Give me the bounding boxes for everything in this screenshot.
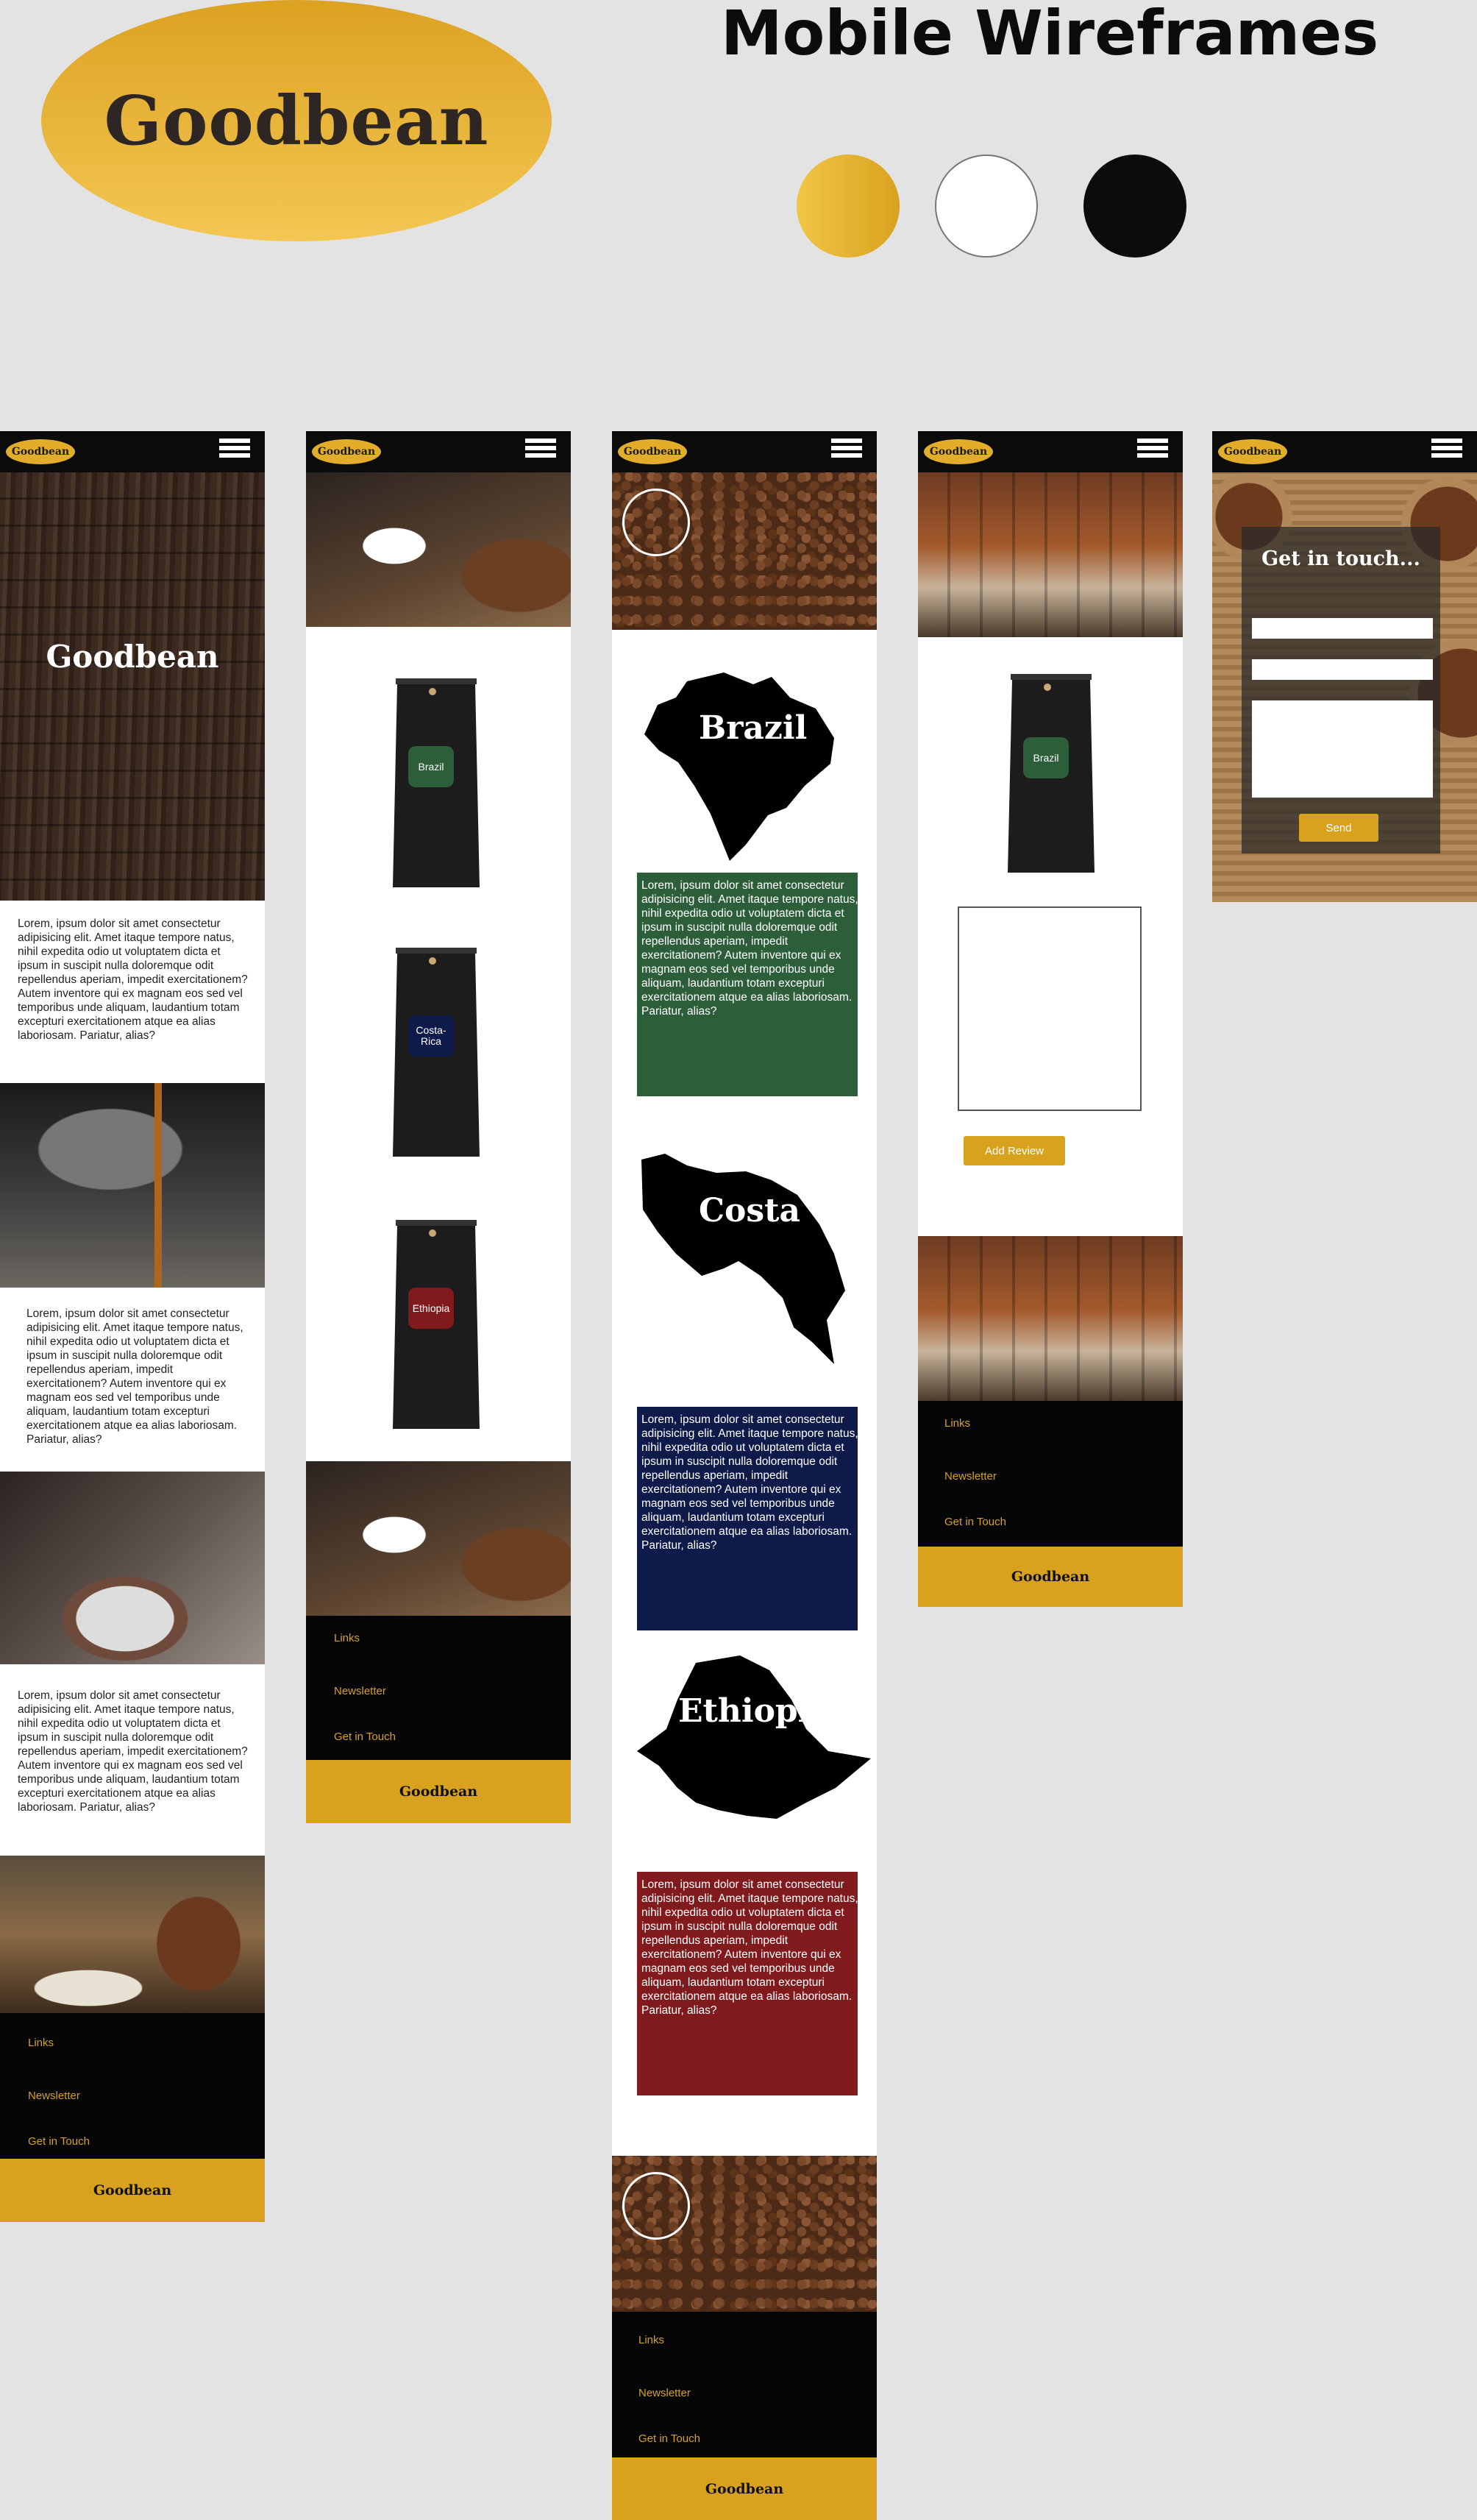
nav-logo[interactable]: Goodbean [924,439,993,464]
name-input[interactable] [1252,618,1433,639]
navbar: Goodbean [306,431,571,472]
hamburger-menu-icon[interactable] [831,436,862,461]
country-title: Costa [699,1192,800,1229]
espresso-image [0,1083,265,1288]
nav-logo[interactable]: Goodbean [6,439,75,464]
navbar: Goodbean [0,431,265,472]
send-button[interactable]: Send [1299,814,1378,842]
country-info-text: Lorem, ipsum dolor sit amet consectetur … [641,879,858,1018]
hero-title: Goodbean [46,639,219,675]
color-swatch-black [1083,155,1186,258]
footer-brand-text: Goodbean [399,1783,478,1800]
wireframe-product-detail: Goodbean Brazil Add Review Links Newslet… [918,431,1183,1607]
wireframe-origins: Goodbean Brazil Lorem, ipsum dolor sit a… [612,431,877,2520]
color-swatch-white [935,155,1038,258]
footer-brand-text: Goodbean [1011,1569,1090,1585]
contact-title: Get in touch... [1261,547,1420,570]
message-textarea[interactable] [1252,700,1433,798]
product-label: Brazil [408,746,454,787]
costa-rica-map-icon [641,1154,845,1364]
footer-link-newsletter[interactable]: Newsletter [944,1470,997,1483]
body-text: Lorem, ipsum dolor sit amet consectetur … [18,1689,248,1814]
page-title: Mobile Wireframes [721,0,1379,69]
color-swatch-gold [797,155,900,258]
nav-logo-text: Goodbean [1223,446,1282,458]
country-title: Brazil [699,709,808,747]
footer-brand: Goodbean [0,2159,265,2222]
product-bag[interactable]: Costa-Rica [393,948,480,1157]
grinder-image [0,1856,265,2013]
wireframe-contact: Goodbean Get in touch... Send [1212,431,1477,902]
footer-link-contact[interactable]: Get in Touch [638,2432,700,2445]
hamburger-menu-icon[interactable] [1431,436,1462,461]
product-label: Brazil [1023,737,1069,778]
footer-link-contact[interactable]: Get in Touch [944,1516,1006,1528]
brand-logo-text: Goodbean [104,81,489,160]
body-text: Lorem, ipsum dolor sit amet consectetur … [26,1307,243,1446]
footer-links: Links Newsletter Get in Touch [306,1616,571,1761]
footer-brand-text: Goodbean [93,2182,172,2198]
country-info-box: Lorem, ipsum dolor sit amet consectetur … [637,1407,858,1630]
nav-logo-text: Goodbean [11,446,70,458]
add-review-button[interactable]: Add Review [964,1136,1065,1165]
country-info-box: Lorem, ipsum dolor sit amet consectetur … [637,873,858,1096]
wireframe-products: Goodbean Brazil Costa-Rica Ethiopia Link… [306,431,571,1823]
footer-links: Links Newsletter Get in Touch [918,1401,1183,1547]
contact-form: Get in touch... Send [1242,527,1440,853]
footer-brand: Goodbean [612,2457,877,2520]
footer-link-links[interactable]: Links [638,2334,664,2346]
country-title: Ethiopia [678,1692,831,1730]
navbar: Goodbean [612,431,877,472]
footer-link-contact[interactable]: Get in Touch [334,1731,396,1743]
navbar: Goodbean [1212,431,1477,472]
hero-image [918,472,1183,637]
country-info-box: Lorem, ipsum dolor sit amet consectetur … [637,1872,858,2095]
nav-logo-text: Goodbean [317,446,376,458]
hamburger-menu-icon[interactable] [1137,436,1168,461]
hamburger-menu-icon[interactable] [525,436,556,461]
circle-outline-icon [622,489,690,556]
footer-link-contact[interactable]: Get in Touch [28,2135,90,2148]
footer-links: Links Newsletter Get in Touch [612,2312,877,2457]
brazil-map-icon [644,672,834,861]
hero-image [0,472,265,901]
nav-logo-text: Goodbean [929,446,988,458]
navbar: Goodbean [918,431,1183,472]
country-info-text: Lorem, ipsum dolor sit amet consectetur … [641,1413,858,1552]
footer-link-links[interactable]: Links [334,1632,360,1644]
circle-outline-icon [622,2172,690,2240]
product-bag[interactable]: Ethiopia [393,1220,480,1429]
nav-logo[interactable]: Goodbean [1218,439,1287,464]
nav-logo[interactable]: Goodbean [618,439,687,464]
footer-brand: Goodbean [306,1760,571,1823]
product-bag: Brazil [1008,674,1095,883]
body-text: Lorem, ipsum dolor sit amet consectetur … [18,918,248,1042]
footer-link-links[interactable]: Links [28,2037,54,2049]
nav-logo[interactable]: Goodbean [312,439,381,464]
footer-link-newsletter[interactable]: Newsletter [28,2090,80,2102]
country-info-text: Lorem, ipsum dolor sit amet consectetur … [641,1878,858,2017]
review-textarea[interactable] [958,906,1142,1111]
footer-image [918,1236,1183,1401]
footer-link-newsletter[interactable]: Newsletter [334,1685,386,1697]
footer-link-newsletter[interactable]: Newsletter [638,2387,691,2399]
wireframe-home: Goodbean Goodbean Lorem, ipsum dolor sit… [0,431,265,2222]
footer-image [306,1461,571,1616]
footer-brand-text: Goodbean [705,2480,784,2497]
footer-brand: Goodbean [918,1547,1183,1607]
hero-image [306,472,571,627]
footer-links: Links Newsletter Get in Touch [0,2013,265,2159]
brand-logo: Goodbean [41,0,552,241]
product-label: Costa-Rica [408,1015,454,1057]
product-bag[interactable]: Brazil [393,678,480,887]
nav-logo-text: Goodbean [623,446,682,458]
hamburger-menu-icon[interactable] [219,436,250,461]
email-input[interactable] [1252,659,1433,680]
footer-link-links[interactable]: Links [944,1417,970,1430]
product-label: Ethiopia [408,1288,454,1329]
ethiopia-map-icon [637,1655,871,1819]
coffee-cup-image [0,1472,265,1664]
